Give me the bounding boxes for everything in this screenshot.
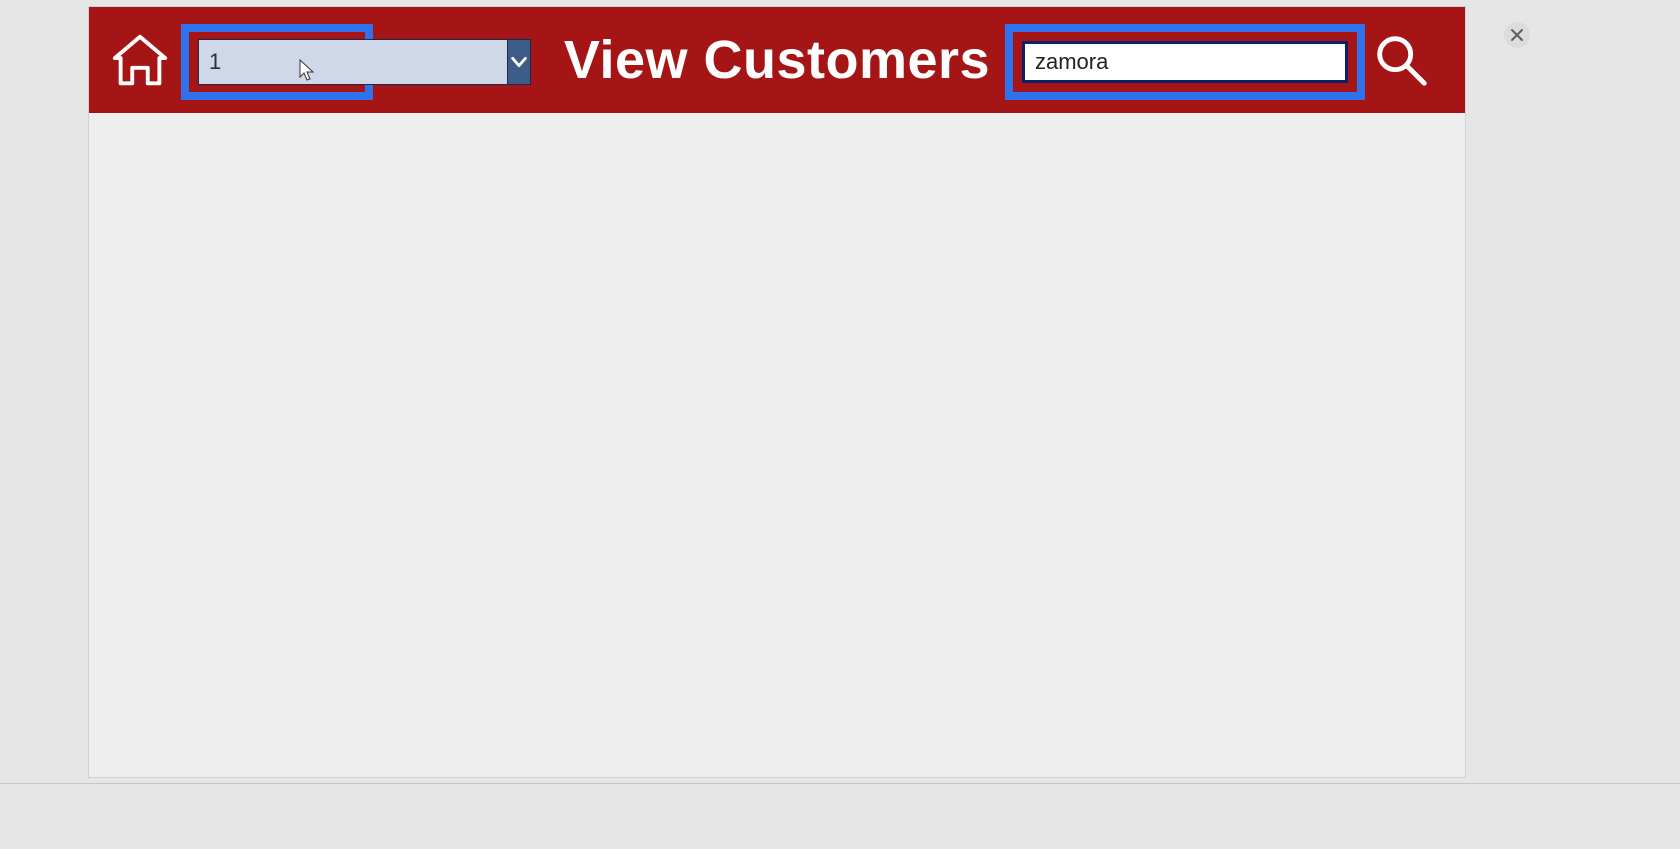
search-icon — [1370, 29, 1432, 91]
header-bar: View Customers — [89, 7, 1465, 113]
bottom-divider — [0, 783, 1680, 784]
close-icon — [1510, 28, 1524, 42]
search-button[interactable] — [1367, 23, 1435, 97]
page-dropdown-input[interactable] — [198, 39, 507, 85]
page-dropdown[interactable] — [198, 39, 356, 85]
home-button[interactable] — [105, 25, 175, 95]
search-field-wrapper — [1022, 41, 1348, 83]
home-icon — [109, 29, 171, 91]
close-button[interactable] — [1504, 22, 1530, 48]
page-dropdown-toggle[interactable] — [507, 39, 531, 85]
search-input-highlight — [1005, 24, 1365, 100]
app-window: View Customers — [89, 7, 1465, 777]
search-input[interactable] — [1022, 41, 1348, 83]
content-area — [89, 113, 1465, 777]
page-dropdown-highlight — [181, 24, 373, 100]
chevron-down-icon — [508, 51, 530, 73]
